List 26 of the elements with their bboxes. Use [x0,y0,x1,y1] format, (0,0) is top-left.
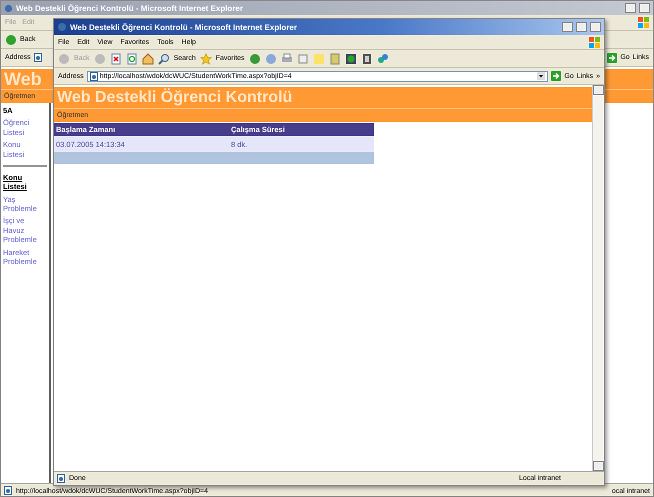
page-icon [34,53,42,62]
restore-button[interactable] [639,3,650,13]
stop-icon[interactable] [110,52,122,64]
home-icon[interactable] [142,52,154,64]
maximize-button[interactable] [576,22,587,32]
refresh-icon[interactable] [126,52,138,64]
windows-logo-icon [589,36,600,48]
search-icon[interactable] [158,52,170,64]
window-title: Web Destekli Öğrenci Kontrolü - Microsoft Internet Explorer [70,22,298,32]
page-icon [90,72,98,80]
star-icon[interactable] [200,52,212,64]
page-icon [57,474,65,483]
scrollbar[interactable] [592,85,604,471]
dropdown-icon[interactable] [537,72,546,80]
go-arrow-icon[interactable] [551,71,562,81]
windows-logo-icon [638,17,649,28]
browser-icon [57,22,67,32]
go-arrow-icon[interactable] [607,52,618,62]
close-button[interactable] [590,22,601,32]
printer-icon[interactable] [280,52,293,64]
browser-icon [4,4,13,12]
site-banner: Web Destekli Öğrenci Kontrolü [54,87,592,108]
minimize-button[interactable] [562,22,573,32]
page-icon [4,486,12,495]
minimize-button[interactable] [625,3,636,13]
window-title: Web Destekli Öğrenci Kontrolü - Microsoft Internet Explorer [16,4,244,12]
